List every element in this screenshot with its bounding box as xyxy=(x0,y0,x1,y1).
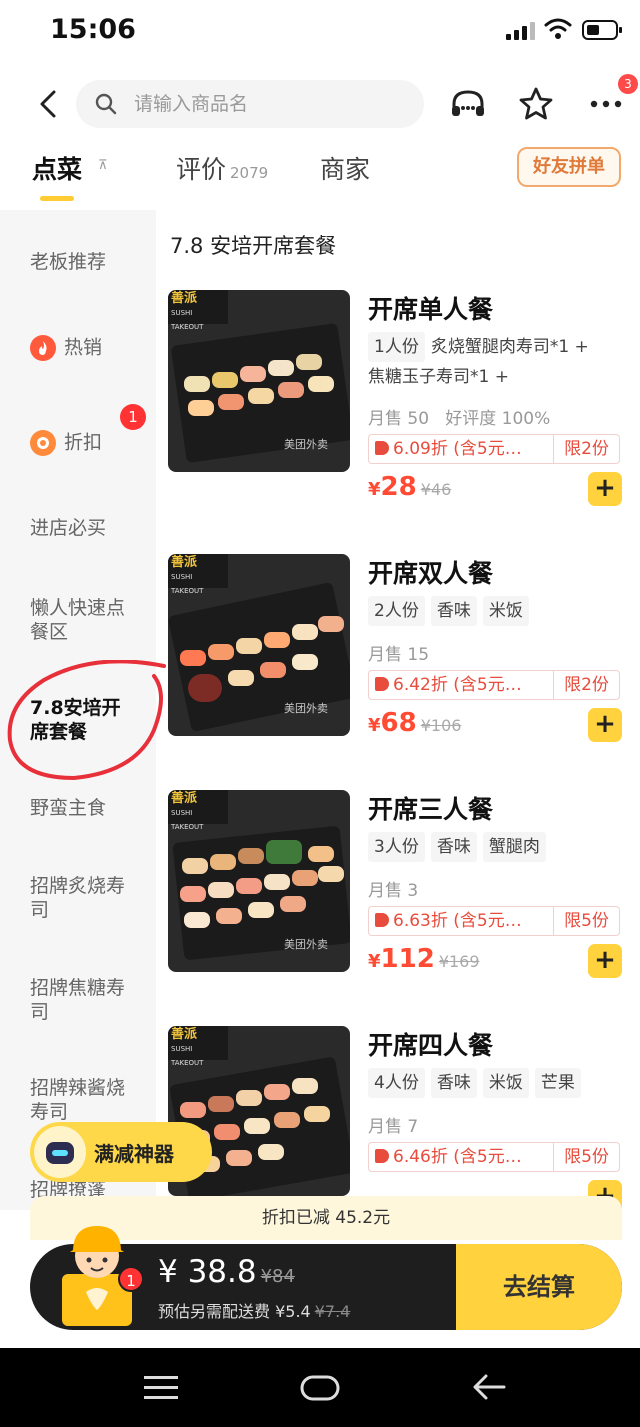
battery-icon xyxy=(582,20,622,40)
promo-button[interactable]: 满减神器 xyxy=(30,1122,212,1182)
brand-logo: 善派 SUSHI TAKEOUT xyxy=(168,1026,228,1067)
product-price: ¥28 ¥46 xyxy=(368,472,452,502)
product-card[interactable]: 善派 SUSHI TAKEOUT 美团外卖 开席双人餐 2人份 香味 米饭 月售 15… xyxy=(168,554,628,744)
sidebar-item-label: 热销 xyxy=(64,336,103,359)
product-name: 开席双人餐 xyxy=(368,559,494,588)
back-nav-icon[interactable] xyxy=(472,1372,506,1402)
product-image: 善派 SUSHI TAKEOUT 美团外卖 xyxy=(168,790,350,972)
system-nav-bar xyxy=(0,1348,640,1427)
product-tags: 2人份 香味 米饭 xyxy=(368,596,618,626)
discount-tag: 6.63折 (含5元… 限5份 xyxy=(368,906,620,936)
tab-underline xyxy=(40,196,74,201)
watermark: 美团外卖 xyxy=(284,438,328,451)
brand-logo: 善派 SUSHI TAKEOUT xyxy=(168,554,228,595)
tag-icon xyxy=(375,441,389,455)
robot-icon xyxy=(34,1126,86,1178)
search-bar[interactable] xyxy=(76,80,424,128)
sidebar-item-hot[interactable]: 热销 xyxy=(30,335,150,361)
discount-tag: 6.09折 (含5元… 限2份 xyxy=(368,434,620,464)
tag-icon xyxy=(375,913,389,927)
sidebar-item-caramel-sushi[interactable]: 招牌焦糖寿司 xyxy=(30,976,126,1024)
product-name: 开席单人餐 xyxy=(368,295,494,324)
delivery-fee: 预估另需配送费 ¥5.4 ¥7.4 xyxy=(158,1302,351,1321)
product-tags: 1人份 炙烧蟹腿肉寿司*1 + 焦糖玉子寿司*1 + xyxy=(368,332,618,392)
add-to-cart-button[interactable]: + xyxy=(588,708,622,742)
product-image: 善派 SUSHI TAKEOUT 美团外卖 xyxy=(168,290,350,472)
product-sales: 月售 3 xyxy=(368,881,419,901)
discount-icon xyxy=(30,430,56,456)
checkout-button[interactable]: 去结算 xyxy=(456,1244,622,1330)
app-screen: 15:06 3 点菜 ⊼ 评价2079 商家 好友拼单 xyxy=(0,0,640,1348)
product-sales: 月售 50 好评度 100% xyxy=(368,409,551,429)
product-card[interactable]: 善派 SUSHI TAKEOUT 美团外卖 开席三人餐 3人份 香味 蟹腿肉 月售 3… xyxy=(168,790,628,980)
brand-logo: 善派 SUSHI TAKEOUT xyxy=(168,790,228,831)
product-tags: 3人份 香味 蟹腿肉 xyxy=(368,832,618,862)
discount-tag: 6.46折 (含5元… 限5份 xyxy=(368,1142,620,1172)
tab-merchant[interactable]: 商家 xyxy=(320,150,370,186)
add-to-cart-button[interactable]: + xyxy=(588,472,622,506)
cart-total: ¥ 38.8 ¥84 xyxy=(158,1254,295,1290)
discount-tag: 6.42折 (含5元… 限2份 xyxy=(368,670,620,700)
customer-service-icon[interactable] xyxy=(448,84,488,124)
brand-logo: 善派 SUSHI TAKEOUT xyxy=(168,290,228,331)
home-icon[interactable] xyxy=(300,1374,340,1402)
reviews-count: 2079 xyxy=(230,164,269,182)
product-name: 开席三人餐 xyxy=(368,795,494,824)
sidebar-item-boss-pick[interactable]: 老板推荐 xyxy=(30,250,150,274)
sidebar-item-label: 折扣 xyxy=(64,431,103,454)
product-price: ¥112 ¥169 xyxy=(368,944,480,974)
tab-reviews-label: 评价 xyxy=(176,155,227,184)
tab-reviews[interactable]: 评价 2079 xyxy=(176,150,268,186)
watermark: 美团外卖 xyxy=(284,702,328,715)
add-to-cart-button[interactable]: + xyxy=(588,944,622,978)
sidebar-item-spicy-sushi[interactable]: 招牌辣酱烧寿司 xyxy=(30,1076,126,1124)
notification-badge: 3 xyxy=(618,74,638,94)
sidebar-item-seared-sushi[interactable]: 招牌炙烧寿司 xyxy=(30,874,126,922)
search-input[interactable] xyxy=(134,80,414,128)
flame-icon xyxy=(30,335,56,361)
wifi-icon xyxy=(544,18,572,39)
status-bar: 15:06 xyxy=(0,0,640,62)
status-time: 15:06 xyxy=(50,14,136,45)
product-image: 善派 SUSHI TAKEOUT 美团外卖 xyxy=(168,554,350,736)
product-card[interactable]: 善派 SUSHI TAKEOUT 美团外卖 开席单人餐 1人份 炙烧蟹腿肉寿司*1 … xyxy=(168,290,628,506)
tab-order[interactable]: 点菜 xyxy=(32,150,82,186)
watermark: 美团外卖 xyxy=(284,938,328,951)
product-sales: 月售 7 xyxy=(368,1117,419,1137)
sidebar-item-must-buy[interactable]: 进店必买 xyxy=(30,516,150,540)
sidebar-item-set-meals[interactable]: 7.8安培开席套餐 xyxy=(30,696,130,744)
product-sales: 月售 15 xyxy=(368,645,430,665)
search-icon xyxy=(95,93,117,115)
product-price: ¥68 ¥106 xyxy=(368,708,462,738)
tag-icon xyxy=(375,677,389,691)
product-card[interactable]: 善派 SUSHI TAKEOUT 开席四人餐 4人份 香味 米饭 芒果 月售 7 6.4… xyxy=(168,1026,628,1216)
promo-label: 满减神器 xyxy=(94,1142,174,1166)
signal-icon xyxy=(506,22,536,40)
group-order-button[interactable]: 好友拼单 xyxy=(517,147,621,187)
sidebar-item-quick-order[interactable]: 懒人快速点餐区 xyxy=(30,596,126,644)
product-tags: 4人份 香味 米饭 芒果 xyxy=(368,1068,618,1098)
sidebar-item-staples[interactable]: 野蛮主食 xyxy=(30,796,150,820)
menu-icon[interactable] xyxy=(144,1374,178,1402)
back-arrow-icon[interactable] xyxy=(36,90,60,118)
star-favorite-icon[interactable] xyxy=(516,84,556,124)
tag-icon xyxy=(375,1149,389,1163)
product-name: 开席四人餐 xyxy=(368,1031,494,1060)
discount-badge: 1 xyxy=(120,404,146,430)
cart-count-badge: 1 xyxy=(118,1266,144,1292)
section-title: 7.8 安培开席套餐 xyxy=(170,234,337,258)
sidebar-item-discount[interactable]: 折扣 xyxy=(30,430,150,456)
pin-top-icon[interactable]: ⊼ xyxy=(98,158,108,173)
